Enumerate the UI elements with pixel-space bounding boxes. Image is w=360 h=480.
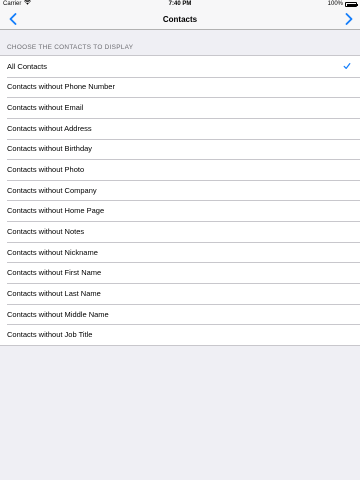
list-item-label: Contacts without Company xyxy=(7,185,97,195)
list-item-label: Contacts without Photo xyxy=(7,165,85,175)
battery-icon xyxy=(345,2,358,7)
list-item[interactable]: Contacts without Home Page xyxy=(0,200,360,221)
list-item[interactable]: Contacts without First Name xyxy=(0,262,360,283)
section-header: CHOOSE THE CONTACTS TO DISPLAY xyxy=(7,44,134,51)
list-item-label: Contacts without Address xyxy=(7,123,92,133)
chevron-right-icon xyxy=(345,13,353,25)
list-item[interactable]: Contacts without Photo xyxy=(0,159,360,180)
checkmark-icon xyxy=(343,63,351,69)
list-item-label: Contacts without Last Name xyxy=(7,288,101,298)
list-item[interactable]: Contacts without Nickname xyxy=(0,241,360,263)
contacts-filter-list: All Contacts Contacts without Phone Numbe… xyxy=(0,55,360,346)
list-item-label: Contacts without Phone Number xyxy=(7,82,115,92)
list-item-label: Contacts without Birthday xyxy=(7,144,93,154)
list-item-label: Contacts without Email xyxy=(7,103,84,113)
page-title: Contacts xyxy=(162,15,198,24)
list-item[interactable]: Contacts without Phone Number xyxy=(0,76,360,98)
list-item[interactable]: Contacts without Company xyxy=(0,179,360,201)
list-item[interactable]: Contacts without Middle Name xyxy=(0,303,360,325)
list-item[interactable]: All Contacts xyxy=(0,56,360,77)
list-item[interactable]: Contacts without Birthday xyxy=(0,138,360,160)
status-bar: Carrier 7:40 PM 100% xyxy=(0,0,360,9)
forward-button[interactable] xyxy=(341,11,357,27)
list-item-label: Contacts without Notes xyxy=(7,226,85,236)
list-item-label: Contacts without First Name xyxy=(7,268,102,278)
battery-percent: 100% xyxy=(327,1,343,7)
list-item[interactable]: Contacts without Last Name xyxy=(0,283,360,304)
list-item-label: Contacts without Nickname xyxy=(7,247,98,257)
list-item[interactable]: Contacts without Job Title xyxy=(0,324,360,345)
list-item-label: Contacts without Job Title xyxy=(7,330,93,340)
list-item[interactable]: Contacts without Address xyxy=(0,117,360,139)
list-item[interactable]: Contacts without Email xyxy=(0,97,360,118)
status-time: 7:40 PM xyxy=(168,1,192,7)
list-item-label: Contacts without Middle Name xyxy=(7,309,109,319)
list-item[interactable]: Contacts without Notes xyxy=(0,221,360,242)
list-item-label: Contacts without Home Page xyxy=(7,206,105,216)
list-item-label: All Contacts xyxy=(7,61,48,71)
battery-indicator: 100% xyxy=(327,0,358,9)
navigation-bar: Contacts xyxy=(0,9,360,30)
